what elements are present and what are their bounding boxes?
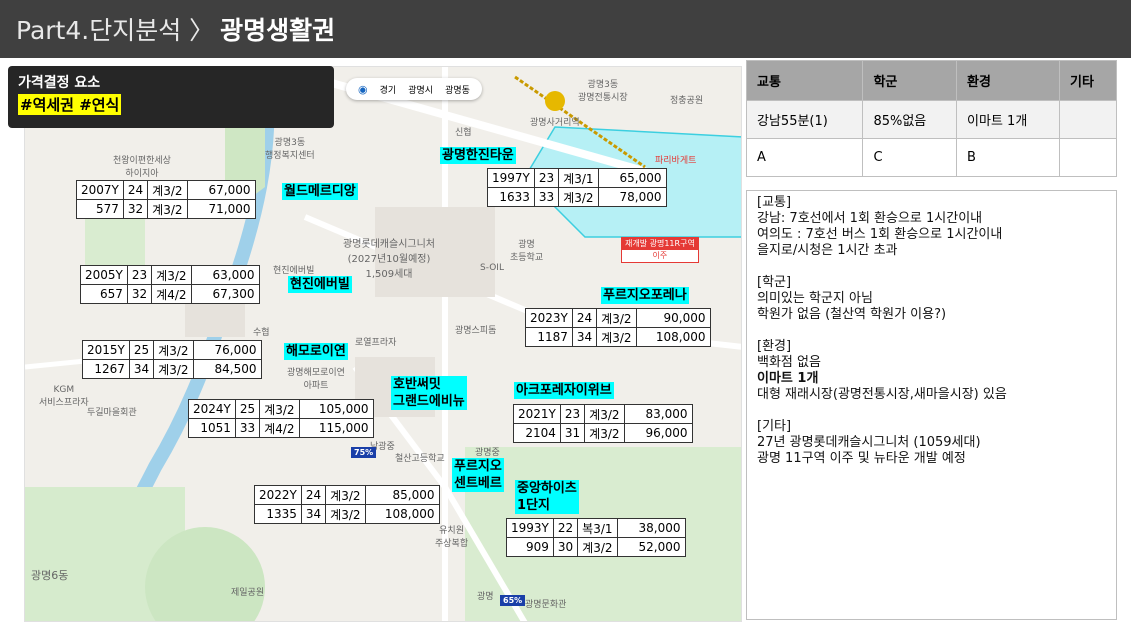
map-label-culture: 광명문화관	[525, 600, 567, 610]
price-factor-title: 가격결정 요소	[18, 75, 101, 91]
header-environment: 환경	[956, 60, 1061, 101]
map-label-park: 정충공원	[670, 96, 704, 106]
complex-table-arkforet: 2021Y 23 계3/2 83,000 2104 31 계3/2 96,000	[513, 404, 693, 443]
complex-name-centverre: 푸르지오 센트베르	[452, 458, 504, 492]
complex-name-hanjin: 광명한진타운	[440, 147, 516, 164]
page-title: 광명생활권	[220, 16, 336, 45]
complex-name-haemoro: 해모로이연	[284, 343, 348, 360]
header-school: 학군	[862, 60, 958, 101]
map-label-lotte: 광명롯데캐슬시그니처 (2027년10월예정) 1,509세대	[343, 239, 435, 280]
map-label-gmjung: 광명중	[475, 448, 500, 458]
cell-etc-value	[1059, 100, 1117, 139]
redevelopment-badge: 재개발 광명11R구역 이주	[621, 237, 699, 263]
complex-name-jungang: 중앙하이츠 1단지	[515, 480, 579, 514]
map-label-office: 광명3동 행정복지센터	[265, 138, 315, 161]
cell-environment-grade: B	[956, 138, 1061, 177]
complex-name-hyunjin: 현진에버빌	[288, 276, 352, 293]
map-region-tabs: ◉ 경기 광명시 광명동	[346, 78, 482, 100]
page-header: Part4.단지분석 〉 광명생활권	[0, 0, 1131, 58]
complex-name-arkforet: 아크포레자이위브	[514, 382, 614, 399]
map-label-market: 광명3동 광명전통시장	[578, 80, 628, 103]
complex-table-hanjin: 1997Y 23 계3/1 65,000 1633 33 계3/2 78,000	[487, 168, 667, 207]
map-label-apt: 천왕이편한세상 하이지아	[113, 156, 171, 179]
map-pin-2[interactable]: 65%	[500, 595, 526, 606]
complex-name-worldmerdian: 월드메르디앙	[282, 183, 358, 200]
complex-table-hyunjin: 2005Y 23 계3/2 63,000 657 32 계4/2 67,300	[80, 265, 260, 304]
cell-school-value: 85%없음	[862, 100, 958, 139]
complex-table-forena: 2023Y 24 계3/2 90,000 1187 34 계3/2 108,000	[525, 308, 711, 347]
map-pin-1[interactable]: 75%	[351, 447, 377, 458]
header-etc: 기타	[1059, 60, 1117, 101]
notes-transport-heading: [교통]	[757, 195, 792, 210]
complex-table-centverre: 2022Y 24 계3/2 85,000 1335 34 계3/2 108,000	[254, 485, 440, 524]
map-label-suhyup: 수협	[253, 328, 270, 338]
notes-etc: [기타] 27년 광명롯데캐슬시그니처 (1059세대) 광명 11구역 이주 …	[757, 419, 1106, 467]
notes-school-heading: [학군]	[757, 275, 792, 290]
complex-table-haemoro: 2015Y 25 계3/2 76,000 1267 34 계3/2 84,500	[82, 340, 262, 379]
complex-table-hoban: 2024Y 25 계3/2 105,000 1051 33 계4/2 115,000	[188, 399, 374, 438]
complex-name-forena: 푸르지오포레나	[601, 287, 689, 304]
map-label-hyunjin: 현진에버빌	[273, 266, 315, 276]
map-label-kgm: KGM 서비스프라자	[39, 385, 89, 408]
map-label-kinder: 유치원 주상복합	[435, 526, 469, 549]
notes-school-line: 학원가 없음 (철산역 학원가 이용?)	[757, 307, 947, 322]
map-label-soil: S-OIL	[480, 263, 504, 273]
notes-env-line: 백화점 없음	[757, 355, 821, 370]
notes-environment: [환경] 백화점 없음 이마트 1개 대형 재래시장(광명전통시장,새마을시장)…	[757, 339, 1106, 403]
notes-etc-heading: [기타]	[757, 419, 792, 434]
price-factor-tags: #역세권 #연식	[18, 94, 122, 115]
part-label: Part4.단지분석 〉	[16, 16, 215, 45]
notes-env-line: 대형 재래시장(광명전통시장,새마을시장) 있음	[757, 387, 1007, 402]
complex-name-hoban: 호반써밋 그랜드에비뉴	[391, 376, 467, 410]
region-tab-gyeonggi[interactable]: 경기	[380, 83, 397, 96]
map-label-haemoro: 광명해모로이연 아파트	[287, 368, 345, 391]
notes-etc-line: 광명 11구역 이주 및 뉴타운 개발 예정	[757, 451, 966, 466]
map-label-village: 두길마을회관	[87, 408, 137, 418]
notes-env-line-bold: 이마트 1개	[757, 371, 819, 386]
map-label-royal: 로열프라자	[355, 338, 397, 348]
region-tab-gwangmyeong-si[interactable]: 광명시	[408, 83, 433, 96]
notes-transport-line: 여의도 : 7호선 버스 1회 환승으로 1시간이내	[757, 227, 1003, 242]
cell-environment-value: 이마트 1개	[956, 100, 1061, 139]
notes-transport-line: 강남: 7호선에서 1회 환승으로 1시간이내	[757, 211, 983, 226]
header-transport: 교통	[745, 60, 864, 101]
cell-transport-value: 강남55분(1)	[745, 100, 864, 139]
map-label-sinhyup: 신협	[455, 128, 472, 138]
notes-env-heading: [환경]	[757, 339, 792, 354]
price-factor-box: 가격결정 요소 #역세권 #연식	[8, 66, 334, 128]
map-label-bakery: 파리바게트	[655, 156, 697, 166]
region-tab-gwangmyeong-dong[interactable]: 광명동	[445, 83, 470, 96]
map-label-highschool: 철산고등학교	[395, 454, 445, 464]
notes-school-line: 의미있는 학군지 아님	[757, 291, 873, 306]
map-label-dong6: 광명6동	[31, 569, 69, 582]
map-label-station: 광명사거리역	[530, 118, 580, 128]
cell-school-grade: C	[862, 138, 958, 177]
notes-school: [학군] 의미있는 학군지 아님 학원가 없음 (철산역 학원가 이용?)	[757, 275, 1106, 323]
map-label-spidom: 광명스피돔	[455, 326, 497, 336]
notes-transport: [교통] 강남: 7호선에서 1회 환승으로 1시간이내 여의도 : 7호선 버…	[757, 195, 1106, 259]
map-label-school: 광명 초등학교	[510, 240, 544, 263]
complex-table-worldmerdian: 2007Y 24 계3/2 67,000 577 32 계3/2 71,000	[76, 180, 256, 219]
map-label-gm: 광명	[477, 592, 494, 602]
notes-transport-line: 을지로/시청은 1시간 초과	[757, 243, 898, 258]
cell-transport-grade: A	[745, 138, 864, 177]
complex-table-jungang: 1993Y 22 복3/1 38,000 909 30 계3/2 52,000	[506, 518, 686, 557]
notes-etc-line: 27년 광명롯데캐슬시그니처 (1059세대)	[757, 435, 981, 450]
location-icon[interactable]: ◉	[358, 83, 368, 96]
cell-etc-grade	[1059, 138, 1117, 177]
redevelopment-badge-title: 재개발 광명11R구역	[622, 238, 698, 250]
map-label-jeil: 제일공원	[231, 588, 265, 598]
analysis-notes: [교통] 강남: 7호선에서 1회 환승으로 1시간이내 여의도 : 7호선 버…	[746, 190, 1117, 620]
redevelopment-badge-status: 이주	[652, 251, 668, 260]
evaluation-table: 교통 학군 환경 기타 강남55분(1) 85%없음 이마트 1개 A C B	[745, 60, 1117, 177]
